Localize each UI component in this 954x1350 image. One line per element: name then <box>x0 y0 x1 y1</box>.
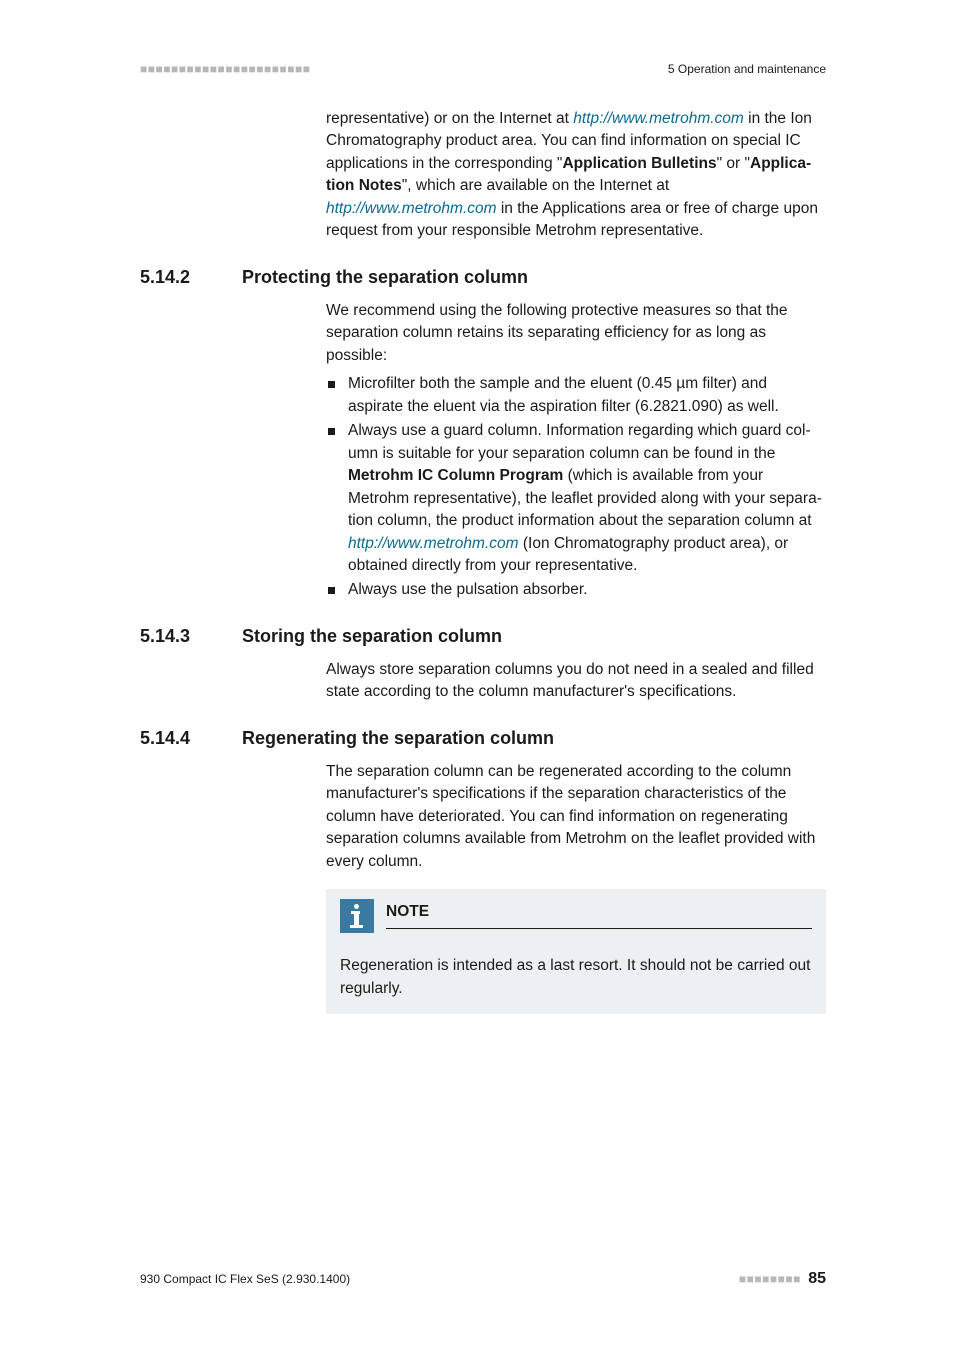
chapter-title: 5 Operation and maintenance <box>668 62 826 76</box>
info-icon <box>340 899 374 933</box>
paragraph: Always store separation columns you do n… <box>326 659 826 704</box>
header-dashes: ■■■■■■■■■■■■■■■■■■■■■■ <box>140 62 310 76</box>
note-body: Regeneration is intended as a last resor… <box>340 955 812 1000</box>
intro-text: " or " <box>717 155 750 172</box>
paragraph: We recommend using the following protect… <box>326 300 826 367</box>
section-5-14-4-body: The separation column can be regenerated… <box>326 761 826 873</box>
heading-number: 5.14.3 <box>140 626 242 647</box>
intro-text: ", which are available on the Internet a… <box>402 177 669 194</box>
footer-doc-id: 930 Compact IC Flex SeS (2.930.1400) <box>140 1272 350 1286</box>
heading-text: Regenerating the separation column <box>242 728 554 749</box>
page-header: ■■■■■■■■■■■■■■■■■■■■■■ 5 Operation and m… <box>140 62 826 76</box>
section-5-14-2-body: We recommend using the following protect… <box>326 300 826 602</box>
note-block: NOTE Regeneration is intended as a last … <box>326 889 826 1014</box>
link-metrohm-3[interactable]: http://www.metrohm.com <box>348 535 519 552</box>
list-item: Always use the pulsation absorber. <box>326 579 826 601</box>
heading-number: 5.14.4 <box>140 728 242 749</box>
note-title: NOTE <box>386 901 812 928</box>
list-item: Microfilter both the sample and the elue… <box>326 373 826 418</box>
list-text: Always use a guard column. Information r… <box>348 422 811 461</box>
link-metrohm-1[interactable]: http://www.metrohm.com <box>573 110 744 127</box>
footer-dashes: ■■■■■■■■ <box>739 1272 801 1286</box>
heading-number: 5.14.2 <box>140 267 242 288</box>
heading-5-14-2: 5.14.2 Protecting the separation column <box>140 267 826 288</box>
heading-5-14-3: 5.14.3 Storing the separation column <box>140 626 826 647</box>
list-item: Always use a guard column. Information r… <box>326 420 826 577</box>
intro-continuation: representative) or on the Internet at ht… <box>326 108 826 243</box>
section-5-14-3-body: Always store separation columns you do n… <box>326 659 826 704</box>
link-metrohm-2[interactable]: http://www.metrohm.com <box>326 200 497 217</box>
bold-column-program: Metrohm IC Column Program <box>348 467 563 484</box>
intro-text: representative) or on the Internet at <box>326 110 573 127</box>
page-footer: 930 Compact IC Flex SeS (2.930.1400) ■■■… <box>140 1270 826 1288</box>
bold-app-bulletins: Application Bulletins <box>562 155 716 172</box>
heading-text: Protecting the separation column <box>242 267 528 288</box>
heading-text: Storing the separation column <box>242 626 502 647</box>
heading-5-14-4: 5.14.4 Regenerating the separation colum… <box>140 728 826 749</box>
paragraph: The separation column can be regenerated… <box>326 761 826 873</box>
page-number: 85 <box>808 1270 826 1287</box>
